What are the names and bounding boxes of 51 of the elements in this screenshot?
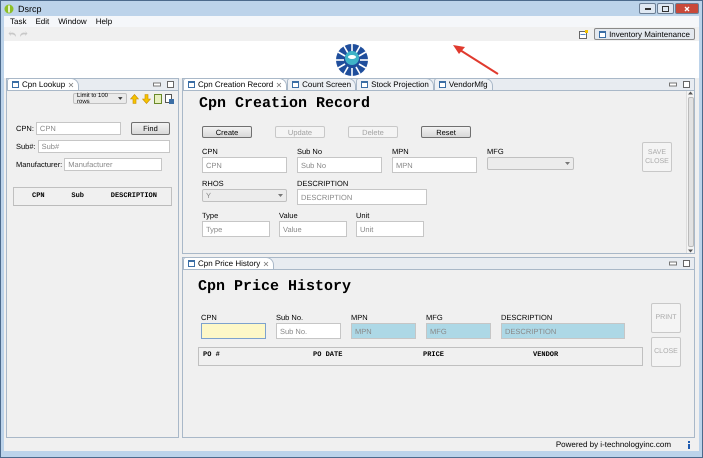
panel-tab[interactable]: Cpn Lookup (7, 78, 80, 90)
minimize-icon[interactable] (153, 82, 161, 87)
editor-tab[interactable]: Count Screen (287, 78, 356, 90)
maximize-icon[interactable] (683, 81, 690, 88)
export-icon[interactable] (165, 94, 174, 104)
document-icon[interactable] (154, 94, 162, 104)
window-icon (188, 260, 195, 267)
caret-icon (118, 97, 123, 100)
editor-tab[interactable]: Cpn Creation Record (183, 78, 288, 90)
scrollbar[interactable] (686, 91, 694, 253)
minimize-icon (644, 8, 650, 10)
minimize-icon[interactable] (669, 82, 677, 87)
window-icon (599, 30, 606, 38)
minimize-icon[interactable] (669, 261, 677, 266)
close-button[interactable] (675, 3, 699, 14)
panel-tab[interactable]: Cpn Price History (183, 257, 274, 269)
status-text: Powered by i-technologyinc.com (556, 440, 671, 449)
close-icon[interactable] (68, 82, 74, 88)
maximize-icon (662, 6, 669, 12)
editor-tab[interactable]: VendorMfg (434, 78, 493, 90)
annotation-arrow (452, 45, 500, 75)
menu-item[interactable]: Window (58, 17, 87, 26)
minimize-button[interactable] (639, 3, 656, 14)
menu-item[interactable]: Help (96, 17, 112, 26)
window-icon (361, 81, 368, 88)
close-icon[interactable] (263, 260, 270, 266)
input-field[interactable] (201, 323, 266, 339)
window-icon (188, 81, 195, 88)
scroll-down-icon[interactable] (688, 249, 693, 253)
window-icon (438, 81, 446, 88)
maximize-button[interactable] (657, 3, 674, 14)
caret-icon (278, 194, 283, 197)
menu-item[interactable]: Task (10, 17, 26, 26)
editor-tab[interactable]: Stock Projection (356, 78, 434, 90)
window-title: Dsrcp (18, 4, 42, 14)
menu-item[interactable]: Edit (35, 17, 50, 26)
open-perspective-icon[interactable] (579, 30, 588, 38)
form-title: Cpn Creation Record (199, 95, 372, 112)
down-arrow-icon[interactable] (142, 94, 151, 104)
close-icon (684, 6, 690, 12)
form-title: Cpn Price History (198, 278, 352, 295)
window-icon (12, 81, 19, 88)
close-icon[interactable] (276, 82, 282, 88)
caret-icon (565, 162, 570, 165)
maximize-icon[interactable] (683, 260, 690, 267)
up-arrow-icon[interactable] (130, 94, 139, 104)
info-icon[interactable] (687, 440, 691, 448)
maximize-icon[interactable] (167, 81, 174, 88)
app-icon (4, 4, 14, 14)
perspective-button[interactable]: Inventory Maintenance (594, 28, 695, 40)
window-icon (292, 81, 300, 88)
